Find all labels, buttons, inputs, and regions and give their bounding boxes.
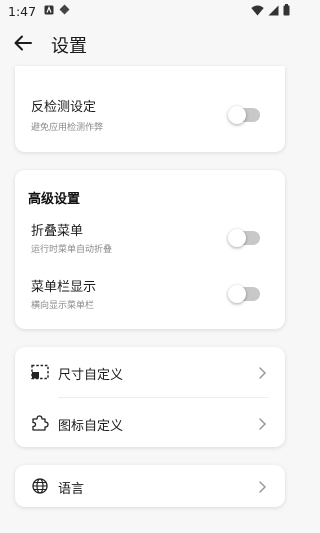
signal-icon: [268, 5, 279, 19]
diamond-icon: [59, 4, 70, 18]
menubar-display-toggle[interactable]: [228, 285, 260, 303]
size-customize-label: 尺寸自定义: [58, 368, 124, 383]
icon-customize-label: 图标自定义: [58, 419, 124, 434]
chevron-right-icon: [257, 416, 267, 430]
puzzle-icon: [31, 415, 49, 431]
status-bar: 1:47: [0, 0, 300, 22]
divider: [58, 397, 269, 398]
battery-icon: [283, 4, 290, 19]
page-title: 设置: [51, 36, 87, 57]
status-right-icons: [251, 4, 290, 19]
back-button[interactable]: [12, 34, 34, 56]
advanced-settings-card: 高级设置 折叠菜单 运行时菜单自动折叠 菜单栏显示 横向显示菜单栏: [15, 170, 285, 329]
menubar-display-title: 菜单栏显示: [31, 280, 97, 295]
chevron-right-icon: [257, 479, 267, 493]
language-row[interactable]: 语言: [15, 463, 285, 509]
advanced-section-title: 高级设置: [28, 192, 81, 207]
anti-detect-card: 反检测设定 避免应用检测作弊: [15, 66, 285, 152]
customize-card: 尺寸自定义 图标自定义: [15, 347, 285, 447]
toggle-knob: [228, 229, 246, 247]
arrow-left-icon: [14, 35, 32, 55]
anti-detect-subtitle: 避免应用检测作弊: [31, 123, 104, 133]
toggle-knob: [228, 285, 246, 303]
wifi-icon: [251, 5, 264, 19]
toggle-knob: [228, 106, 246, 124]
fold-menu-title: 折叠菜单: [31, 224, 84, 239]
anti-detect-toggle[interactable]: [228, 106, 260, 124]
anti-detect-title: 反检测设定: [31, 100, 97, 115]
icon-customize-row[interactable]: 图标自定义: [15, 400, 285, 446]
resize-frame-icon: [31, 364, 49, 380]
status-time: 1:47: [8, 3, 37, 19]
app-bar: 设置: [0, 26, 300, 62]
fold-menu-subtitle: 运行时菜单自动折叠: [31, 245, 113, 255]
fold-menu-toggle[interactable]: [228, 229, 260, 247]
language-label: 语言: [58, 482, 85, 497]
chevron-right-icon: [257, 365, 267, 379]
language-card: 语言: [15, 465, 285, 507]
notification-app-icon: [44, 4, 54, 18]
globe-icon: [31, 478, 49, 494]
menubar-display-subtitle: 横向显示菜单栏: [31, 301, 95, 311]
size-customize-row[interactable]: 尺寸自定义: [15, 349, 285, 395]
